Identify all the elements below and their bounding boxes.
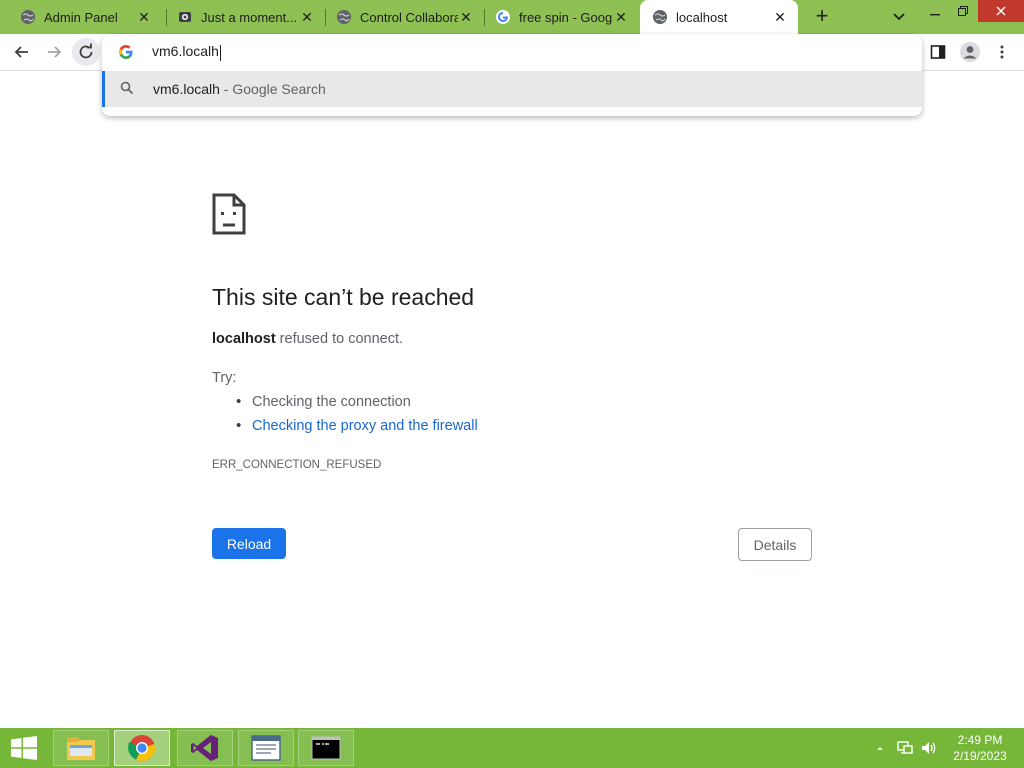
chrome-icon	[128, 735, 156, 761]
list-item: Checking the proxy and the firewall	[236, 418, 478, 442]
taskbar-chrome[interactable]	[114, 730, 170, 766]
tab-close-button[interactable]: ✕	[299, 9, 315, 25]
sad-page-icon	[212, 193, 246, 235]
reload-button[interactable]: Reload	[212, 528, 286, 559]
refresh-icon	[79, 43, 93, 59]
tab-title: localhost	[676, 9, 728, 25]
error-host: localhost	[212, 331, 276, 347]
file-explorer-icon	[67, 737, 95, 760]
notepad-window-icon	[251, 735, 281, 761]
tab-localhost[interactable]: localhost ✕	[640, 0, 798, 34]
tab-close-button[interactable]: ✕	[136, 9, 152, 25]
taskbar: 2:49 PM 2/19/2023	[0, 728, 1024, 768]
details-button[interactable]: Details	[738, 528, 812, 561]
tab-control-collabora[interactable]: Control Collabora ✕	[326, 0, 484, 34]
profile-button[interactable]	[956, 38, 984, 66]
list-item: Checking the connection	[236, 394, 478, 418]
tab-title: Admin Panel	[44, 9, 118, 25]
address-bar[interactable]: vm6.localh	[102, 34, 922, 70]
close-icon	[996, 6, 1006, 16]
command-prompt-icon	[311, 736, 341, 760]
more-vert-icon	[1000, 45, 1004, 59]
tab-free-spin[interactable]: free spin - Google ✕	[485, 0, 639, 34]
system-tray	[874, 728, 938, 768]
avatar-icon	[960, 42, 980, 62]
chevron-up-icon[interactable]	[874, 742, 886, 754]
side-panel-icon	[930, 45, 946, 59]
back-button[interactable]	[8, 38, 36, 66]
network-icon[interactable]	[896, 740, 914, 756]
windows-logo-icon	[11, 736, 37, 760]
restore-button[interactable]	[948, 0, 978, 22]
reload-toolbar-button[interactable]	[72, 38, 100, 66]
suggestion-query: vm6.localh	[153, 81, 220, 97]
start-button[interactable]	[0, 728, 48, 768]
tab-title: Just a moment...	[201, 9, 298, 25]
taskbar-notepad-window[interactable]	[238, 730, 294, 766]
tab-close-button[interactable]: ✕	[772, 9, 788, 25]
forward-button[interactable]	[40, 38, 68, 66]
menu-button[interactable]	[988, 38, 1016, 66]
suggestion-suffix: - Google Search	[219, 81, 326, 97]
cloudflare-icon	[179, 12, 191, 22]
minimize-icon	[930, 14, 940, 16]
suggestion-list: Checking the connection Checking the pro…	[236, 394, 478, 442]
tab-strip: Admin Panel ✕ Just a moment... ✕ Control…	[0, 0, 1024, 34]
globe-icon	[21, 10, 35, 24]
tab-just-a-moment[interactable]: Just a moment... ✕	[167, 0, 325, 34]
tab-title: free spin - Google	[519, 9, 613, 25]
google-icon	[496, 10, 510, 24]
taskbar-clock[interactable]: 2:49 PM 2/19/2023	[944, 732, 1016, 764]
error-code: ERR_CONNECTION_REFUSED	[212, 459, 382, 471]
tab-admin-panel[interactable]: Admin Panel ✕	[0, 0, 162, 34]
address-value: vm6.localh	[152, 43, 219, 60]
side-panel-button[interactable]	[924, 38, 952, 66]
taskbar-file-explorer[interactable]	[53, 730, 109, 766]
search-icon	[120, 81, 134, 95]
proxy-firewall-link[interactable]: Checking the proxy and the firewall	[252, 418, 478, 434]
back-arrow-icon	[14, 46, 28, 58]
suggestion-check-connection: Checking the connection	[252, 394, 411, 410]
volume-icon[interactable]	[920, 740, 938, 756]
error-desc-text: refused to connect.	[275, 331, 404, 347]
clock-date: 2/19/2023	[953, 749, 1007, 763]
error-page: This site can’t be reached localhost ref…	[0, 72, 1024, 728]
omnibox-suggestion[interactable]: vm6.localh - Google Search	[102, 71, 922, 107]
omnibox-dropdown: vm6.localh vm6.localh - Google Search	[102, 34, 922, 116]
globe-icon	[653, 10, 667, 24]
forward-arrow-icon	[48, 46, 62, 58]
clock-time: 2:49 PM	[957, 733, 1003, 747]
error-description: localhost refused to connect.	[212, 331, 403, 347]
globe-icon	[337, 10, 351, 24]
taskbar-visual-studio[interactable]	[177, 730, 233, 766]
suggestion-text: vm6.localh - Google Search	[153, 81, 326, 97]
tab-title: Control Collabora	[360, 9, 458, 25]
new-tab-button[interactable]: +	[811, 5, 833, 27]
window-close-button[interactable]	[978, 0, 1024, 22]
taskbar-command-prompt[interactable]	[298, 730, 354, 766]
text-caret	[219, 44, 221, 61]
google-icon	[119, 45, 133, 59]
restore-icon	[958, 6, 968, 16]
error-title: This site can’t be reached	[212, 284, 475, 310]
visual-studio-icon	[191, 735, 218, 761]
chevron-down-icon[interactable]	[889, 7, 909, 27]
try-label: Try:	[212, 370, 237, 386]
address-input-text: vm6.localh	[152, 43, 221, 61]
minimize-button[interactable]	[920, 0, 950, 22]
tab-close-button[interactable]: ✕	[613, 9, 629, 25]
tab-close-button[interactable]: ✕	[458, 9, 474, 25]
